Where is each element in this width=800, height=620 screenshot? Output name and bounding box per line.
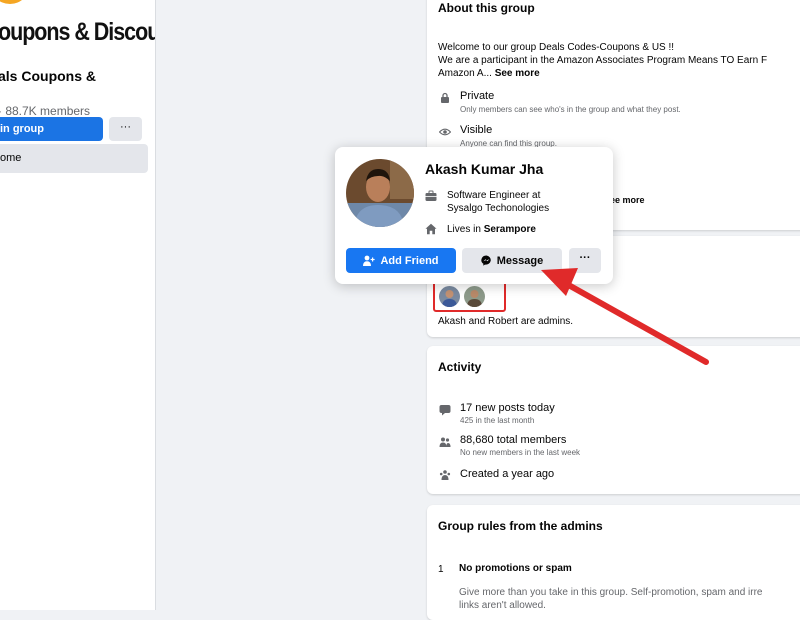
rule-title: No promotions or spam bbox=[459, 563, 572, 574]
add-friend-button[interactable]: Add Friend bbox=[346, 248, 456, 273]
created-date: Created a year ago bbox=[460, 468, 555, 480]
members-total: 88,680 total members bbox=[460, 434, 567, 446]
about-desc-line1: Welcome to our group Deals Codes-Coupons… bbox=[438, 42, 675, 53]
rule-number: 1 bbox=[438, 564, 444, 575]
sidebar-item-home-label: ome bbox=[0, 152, 22, 164]
group-sidebar: oupons & Discount als Coupons & · 88.7K … bbox=[0, 0, 156, 610]
sidebar-item-home[interactable]: ome bbox=[0, 144, 148, 173]
admin-avatars-highlight bbox=[433, 281, 506, 312]
about-desc-line2: We are a participant in the Amazon Assoc… bbox=[438, 55, 768, 66]
see-more-link-2[interactable]: ee more bbox=[610, 195, 645, 205]
lock-icon bbox=[441, 92, 449, 103]
add-friend-icon bbox=[363, 255, 376, 266]
profile-lives-place[interactable]: Serampore bbox=[484, 224, 536, 235]
rules-title: Group rules from the admins bbox=[438, 519, 603, 533]
join-group-button[interactable]: in group bbox=[0, 117, 103, 141]
profile-avatar[interactable] bbox=[346, 159, 414, 227]
visibility-title: Visible bbox=[460, 124, 493, 136]
profile-work-line2: Sysalgo Techonologies bbox=[447, 203, 550, 214]
rules-card: Group rules from the admins 1 No promoti… bbox=[427, 505, 800, 620]
activity-card: Activity 17 new posts today 425 in the l… bbox=[427, 346, 800, 494]
activity-title: Activity bbox=[438, 360, 482, 374]
briefcase-icon bbox=[425, 190, 437, 201]
group-name[interactable]: als Coupons & bbox=[0, 68, 96, 84]
cover-title: oupons & Discount bbox=[0, 18, 155, 46]
posts-sub: 425 in the last month bbox=[460, 416, 535, 425]
rule-desc-line1: Give more than you take in this group. S… bbox=[459, 587, 763, 598]
about-desc-line3: Amazon A... bbox=[438, 68, 492, 79]
privacy-desc: Only members can see who's in the group … bbox=[460, 105, 681, 114]
members-sub: No new members in the last week bbox=[460, 448, 581, 457]
admin-avatar-akash[interactable] bbox=[439, 286, 460, 307]
add-friend-label: Add Friend bbox=[380, 254, 439, 267]
group-logo bbox=[0, 0, 30, 4]
home-icon bbox=[425, 223, 437, 235]
more-options-button[interactable]: ··· bbox=[569, 248, 601, 273]
profile-hovercard: Akash Kumar Jha Software Engineer at Sys… bbox=[335, 147, 613, 284]
message-button[interactable]: Message bbox=[462, 248, 562, 273]
admins-text: Akash and Robert are admins. bbox=[438, 316, 574, 327]
member-count: · 88.7K members bbox=[0, 104, 91, 118]
messenger-icon bbox=[481, 255, 491, 266]
profile-work-line1: Software Engineer at bbox=[447, 190, 541, 201]
sidebar-more-button[interactable]: ··· bbox=[109, 117, 142, 141]
posts-count: 17 new posts today bbox=[460, 402, 555, 414]
admin-avatar-robert[interactable] bbox=[464, 286, 485, 307]
eye-icon bbox=[439, 128, 451, 136]
message-label: Message bbox=[496, 254, 544, 267]
privacy-title: Private bbox=[460, 90, 495, 102]
people-icon bbox=[439, 437, 451, 447]
group-people-icon bbox=[439, 470, 451, 480]
about-title: About this group bbox=[438, 1, 535, 15]
see-more-link[interactable]: See more bbox=[495, 68, 540, 79]
profile-name[interactable]: Akash Kumar Jha bbox=[425, 161, 543, 177]
rule-desc-line2: links aren't allowed. bbox=[459, 600, 546, 611]
chat-bubble-icon bbox=[439, 405, 451, 416]
profile-lives-prefix: Lives in bbox=[447, 224, 481, 235]
join-group-label: in group bbox=[0, 123, 44, 135]
